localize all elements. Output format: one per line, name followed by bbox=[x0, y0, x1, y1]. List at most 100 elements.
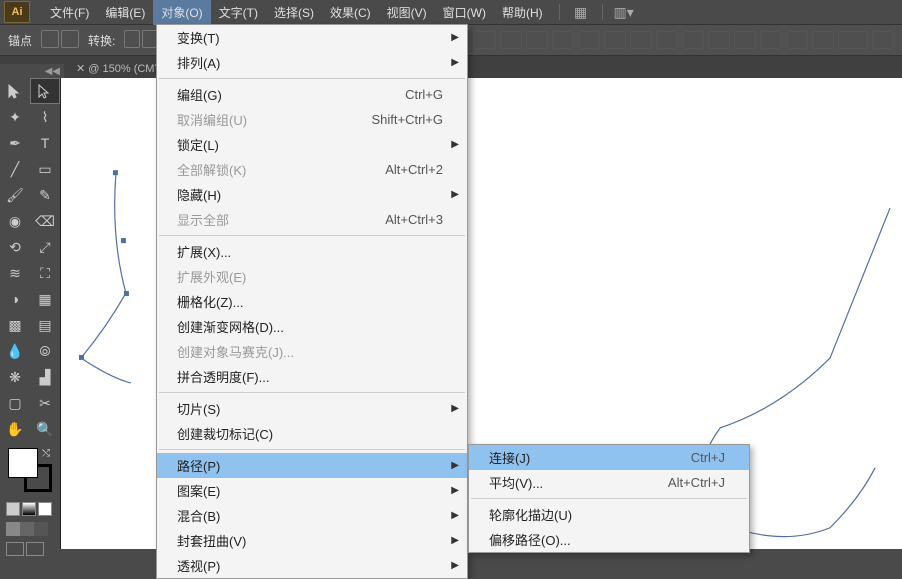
type-tool-icon[interactable]: T bbox=[30, 130, 60, 156]
menu-envelope[interactable]: 封套扭曲(V)▶ bbox=[157, 528, 467, 553]
menu-lock[interactable]: 锁定(L)▶ bbox=[157, 132, 467, 157]
menubar: Ai 文件(F) 编辑(E) 对象(O) 文字(T) 选择(S) 效果(C) 视… bbox=[0, 0, 902, 24]
align-icon[interactable] bbox=[812, 31, 834, 49]
menu-expand-appearance: 扩展外观(E) bbox=[157, 264, 467, 289]
menu-separator bbox=[159, 78, 465, 79]
shortcut-label: Ctrl+J bbox=[691, 450, 725, 465]
paintbrush-tool-icon[interactable]: 🖌 bbox=[0, 182, 30, 208]
align-icon[interactable] bbox=[872, 31, 894, 49]
gradient-tool-icon[interactable]: ▤ bbox=[30, 312, 60, 338]
menu-view[interactable]: 视图(V) bbox=[379, 0, 435, 25]
scale-tool-icon[interactable]: ⤢ bbox=[30, 234, 60, 260]
rotate-tool-icon[interactable]: ⟲ bbox=[0, 234, 30, 260]
shape-builder-tool-icon[interactable]: ◑ bbox=[0, 286, 30, 312]
zoom-tool-icon[interactable]: 🔍 bbox=[30, 416, 60, 442]
align-icons[interactable] bbox=[474, 31, 894, 49]
hand-tool-icon[interactable]: ✋ bbox=[0, 416, 30, 442]
selection-tool-icon[interactable] bbox=[0, 78, 30, 104]
magic-wand-tool-icon[interactable]: ✦ bbox=[0, 104, 30, 130]
graph-tool-icon[interactable]: ▟ bbox=[30, 364, 60, 390]
line-tool-icon[interactable]: ╱ bbox=[0, 156, 30, 182]
align-icon[interactable] bbox=[474, 31, 496, 49]
menu-select[interactable]: 选择(S) bbox=[266, 0, 322, 25]
align-icon[interactable] bbox=[682, 31, 704, 49]
menu-slice[interactable]: 切片(S)▶ bbox=[157, 396, 467, 421]
align-icon[interactable] bbox=[786, 31, 808, 49]
width-tool-icon[interactable]: ≋ bbox=[0, 260, 30, 286]
submenu-arrow-icon: ▶ bbox=[451, 57, 459, 68]
menu-rasterize[interactable]: 栅格化(Z)... bbox=[157, 289, 467, 314]
anchor-icons[interactable] bbox=[40, 30, 80, 51]
blob-brush-tool-icon[interactable]: ◉ bbox=[0, 208, 30, 234]
align-icon[interactable] bbox=[500, 31, 522, 49]
menu-file[interactable]: 文件(F) bbox=[42, 0, 97, 25]
swap-fill-stroke-icon[interactable]: ⤭ bbox=[42, 448, 50, 459]
menu-flatten[interactable]: 拼合透明度(F)... bbox=[157, 364, 467, 389]
menu-transform[interactable]: 变换(T)▶ bbox=[157, 25, 467, 50]
color-mode-icons[interactable] bbox=[0, 498, 60, 520]
align-icon[interactable] bbox=[578, 31, 600, 49]
menu-hide[interactable]: 隐藏(H)▶ bbox=[157, 182, 467, 207]
screen-mode-icons[interactable] bbox=[0, 538, 60, 560]
shortcut-label: Shift+Ctrl+G bbox=[371, 112, 443, 127]
menu-mosaic: 创建对象马赛克(J)... bbox=[157, 339, 467, 364]
align-icon[interactable] bbox=[760, 31, 782, 49]
align-icon[interactable] bbox=[838, 31, 868, 49]
anchor-label: 锚点 bbox=[8, 32, 32, 49]
menu-pattern[interactable]: 图案(E)▶ bbox=[157, 478, 467, 503]
fill-stroke-swatch[interactable]: ⤭ bbox=[0, 442, 60, 498]
convert-icons[interactable] bbox=[123, 30, 159, 51]
perspective-grid-tool-icon[interactable]: ▦ bbox=[30, 286, 60, 312]
submenu-average[interactable]: 平均(V)...Alt+Ctrl+J bbox=[469, 470, 749, 495]
menu-perspective[interactable]: 透视(P)▶ bbox=[157, 553, 467, 578]
symbol-sprayer-tool-icon[interactable]: ❋ bbox=[0, 364, 30, 390]
lasso-tool-icon[interactable]: ⌇ bbox=[30, 104, 60, 130]
divider bbox=[559, 4, 560, 20]
menu-blend[interactable]: 混合(B)▶ bbox=[157, 503, 467, 528]
draw-mode-icons[interactable] bbox=[0, 520, 60, 538]
menu-trim-marks[interactable]: 创建裁切标记(C) bbox=[157, 421, 467, 446]
submenu-offset-path[interactable]: 偏移路径(O)... bbox=[469, 527, 749, 552]
bridge-icon[interactable]: ▦ bbox=[572, 3, 590, 21]
slice-tool-icon[interactable]: ✂ bbox=[30, 390, 60, 416]
menu-gradient-mesh[interactable]: 创建渐变网格(D)... bbox=[157, 314, 467, 339]
align-icon[interactable] bbox=[526, 31, 548, 49]
direct-selection-tool-icon[interactable] bbox=[30, 78, 60, 104]
menu-type[interactable]: 文字(T) bbox=[211, 0, 266, 25]
rectangle-tool-icon[interactable]: ▭ bbox=[30, 156, 60, 182]
shortcut-label: Alt+Ctrl+2 bbox=[385, 162, 443, 177]
mesh-tool-icon[interactable]: ▩ bbox=[0, 312, 30, 338]
align-icon[interactable] bbox=[552, 31, 574, 49]
eyedropper-tool-icon[interactable]: 💧 bbox=[0, 338, 30, 364]
fill-swatch[interactable] bbox=[8, 448, 38, 478]
artboard-tool-icon[interactable]: ▢ bbox=[0, 390, 30, 416]
toolbox-collapse[interactable]: ◀◀ bbox=[0, 64, 64, 78]
align-icon[interactable] bbox=[630, 31, 652, 49]
align-icon[interactable] bbox=[734, 31, 756, 49]
align-icon[interactable] bbox=[708, 31, 730, 49]
menu-path[interactable]: 路径(P)▶ bbox=[157, 453, 467, 478]
menu-window[interactable]: 窗口(W) bbox=[435, 0, 494, 25]
submenu-outline-stroke[interactable]: 轮廓化描边(U) bbox=[469, 502, 749, 527]
document-tab[interactable]: ✕ @ 150% (CMY bbox=[70, 62, 168, 75]
arrange-docs-icon[interactable]: ▥▾ bbox=[615, 3, 633, 21]
eraser-tool-icon[interactable]: ⌫ bbox=[30, 208, 60, 234]
align-icon[interactable] bbox=[656, 31, 678, 49]
blend-tool-icon[interactable]: ⦾ bbox=[30, 338, 60, 364]
document-tab-label: @ 150% (CMY bbox=[88, 63, 162, 75]
menu-object[interactable]: 对象(O) bbox=[153, 0, 210, 25]
menu-group[interactable]: 编组(G)Ctrl+G bbox=[157, 82, 467, 107]
menu-help[interactable]: 帮助(H) bbox=[494, 0, 551, 25]
free-transform-tool-icon[interactable]: ⛶ bbox=[30, 260, 60, 286]
menu-edit[interactable]: 编辑(E) bbox=[97, 0, 153, 25]
menu-expand[interactable]: 扩展(X)... bbox=[157, 239, 467, 264]
submenu-join[interactable]: 连接(J)Ctrl+J bbox=[469, 445, 749, 470]
menu-arrange[interactable]: 排列(A)▶ bbox=[157, 50, 467, 75]
menu-ungroup: 取消编组(U)Shift+Ctrl+G bbox=[157, 107, 467, 132]
pencil-tool-icon[interactable]: ✎ bbox=[30, 182, 60, 208]
pen-tool-icon[interactable]: ✒ bbox=[0, 130, 30, 156]
submenu-arrow-icon: ▶ bbox=[451, 139, 459, 150]
align-icon[interactable] bbox=[604, 31, 626, 49]
menu-effect[interactable]: 效果(C) bbox=[322, 0, 379, 25]
doc-close[interactable]: ✕ bbox=[76, 63, 85, 75]
